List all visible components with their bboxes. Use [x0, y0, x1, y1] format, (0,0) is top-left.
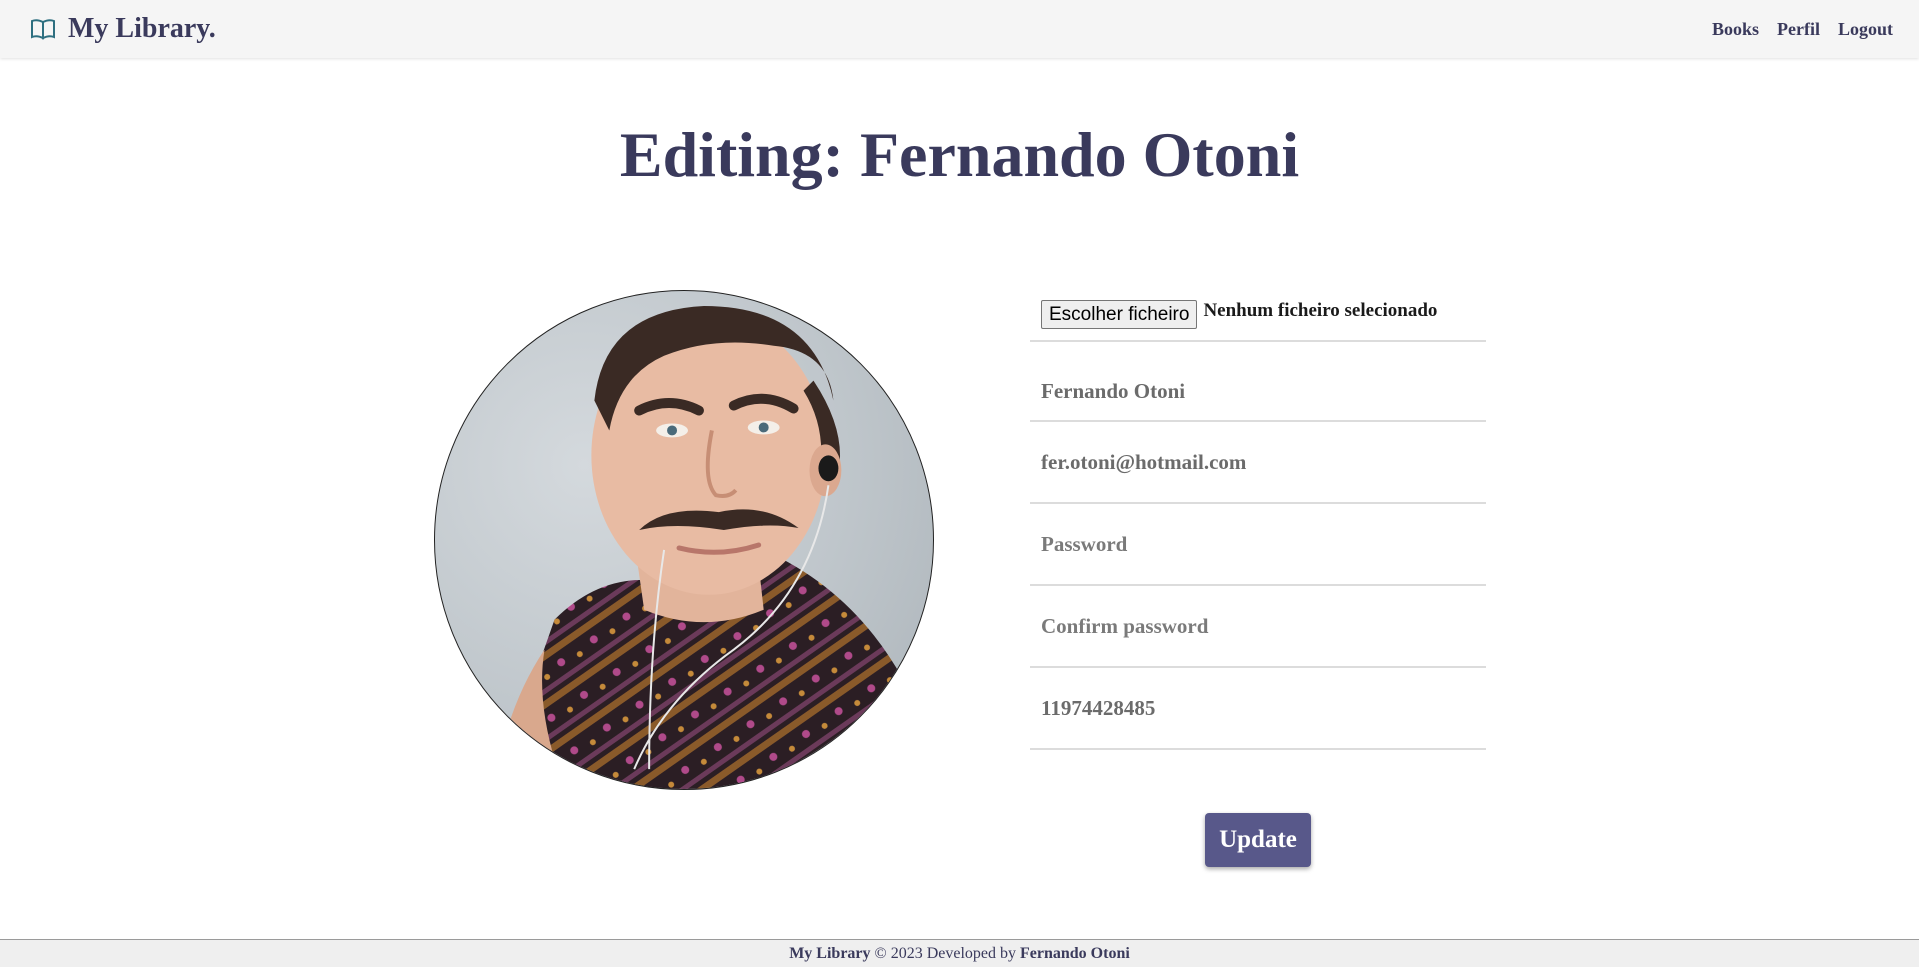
- edit-profile-form: Escolher ficheiro Nenhum ficheiro seleci…: [1030, 290, 1486, 867]
- footer: My Library © 2023 Developed by Fernando …: [0, 939, 1919, 967]
- profile-avatar: [434, 290, 934, 790]
- brand-name: My Library.: [68, 13, 216, 44]
- nav-link-perfil[interactable]: Perfil: [1777, 19, 1820, 40]
- email-input[interactable]: [1041, 449, 1475, 475]
- email-row: [1030, 422, 1486, 504]
- confirm-password-input[interactable]: [1041, 613, 1475, 639]
- footer-author: Fernando Otoni: [1020, 944, 1130, 962]
- name-input[interactable]: [1041, 378, 1475, 404]
- open-book-icon: [30, 18, 56, 40]
- page-title: Editing: Fernando Otoni: [619, 119, 1300, 190]
- nav-link-logout[interactable]: Logout: [1838, 19, 1893, 40]
- file-status-text: Nenhum ficheiro selecionado: [1203, 300, 1438, 321]
- update-wrap: Update: [1030, 813, 1486, 867]
- footer-copyright: © 2023 Developed by: [874, 944, 1016, 962]
- brand-link[interactable]: My Library.: [30, 13, 216, 45]
- phone-row: [1030, 668, 1486, 750]
- navbar: My Library. Books Perfil Logout: [0, 0, 1919, 58]
- choose-file-button[interactable]: Escolher ficheiro: [1041, 300, 1198, 329]
- nav-link-books[interactable]: Books: [1712, 19, 1759, 40]
- password-input[interactable]: [1041, 531, 1475, 557]
- nav-links: Books Perfil Logout: [1712, 19, 1893, 40]
- phone-input[interactable]: [1041, 695, 1475, 721]
- file-upload-row: Escolher ficheiro Nenhum ficheiro seleci…: [1030, 290, 1486, 342]
- password-row: [1030, 504, 1486, 586]
- confirm-password-row: [1030, 586, 1486, 668]
- name-row: [1030, 342, 1486, 422]
- avatar-portrait-illustration: [494, 305, 933, 789]
- update-button[interactable]: Update: [1205, 813, 1311, 867]
- footer-brand: My Library: [789, 944, 871, 962]
